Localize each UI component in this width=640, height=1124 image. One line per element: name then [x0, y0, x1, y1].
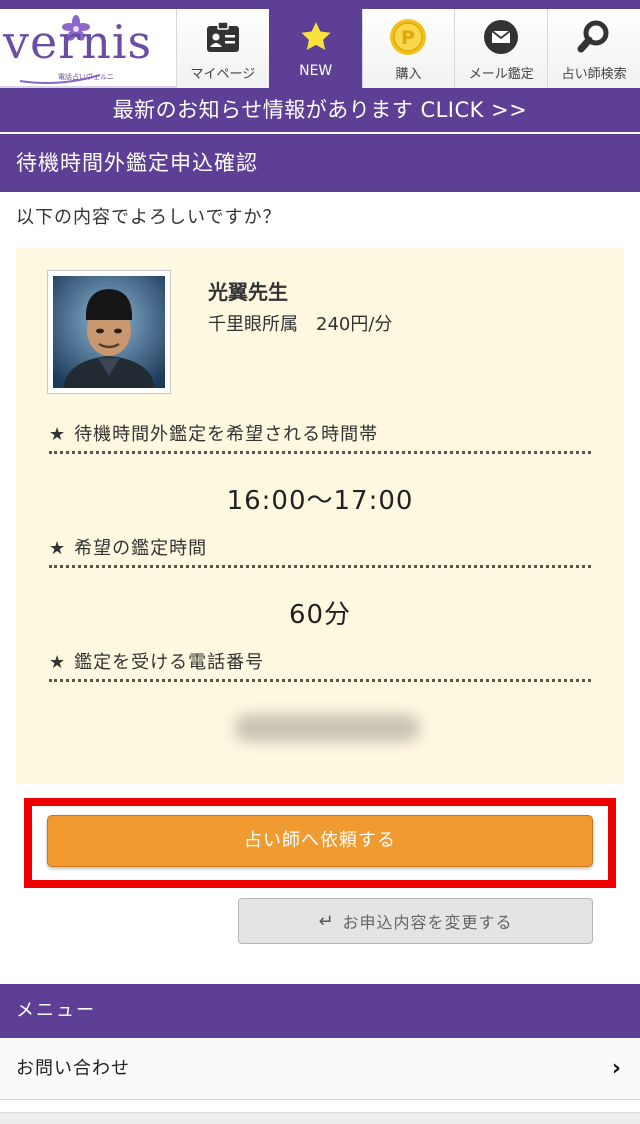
id-card-icon — [177, 17, 269, 57]
search-icon — [548, 17, 640, 57]
star-icon — [270, 17, 362, 57]
header: vernis 電話占いヴェルニ マイページ NEW P 購入 メール鑑定 占い師… — [0, 0, 640, 88]
tab-search[interactable]: 占い師検索 — [547, 9, 640, 88]
section-heading-text: 希望の鑑定時間 — [74, 538, 208, 559]
star-icon: ★ — [49, 538, 67, 559]
fortune-teller-name: 光翼先生 — [208, 280, 288, 304]
tab-new-label: NEW — [299, 63, 333, 79]
tab-purchase[interactable]: P 購入 — [361, 9, 455, 88]
logo-wordmark: vernis — [3, 15, 153, 69]
fortune-teller-photo — [47, 270, 171, 394]
section-heading-time-slot: ★ 待機時間外鑑定を希望される時間帯 — [49, 420, 591, 454]
menu-item-contact[interactable]: お問い合わせ › — [0, 1038, 640, 1100]
news-banner[interactable]: 最新のお知らせ情報があります CLICK >> — [0, 88, 640, 132]
section-heading-phone: ★ 鑑定を受ける電話番号 — [49, 648, 591, 682]
page-title: 待機時間外鑑定申込確認 — [0, 134, 640, 192]
change-application-label: お申込内容を変更する — [342, 913, 513, 932]
fortune-teller-affiliation: 千里眼所属 240円/分 — [208, 314, 393, 335]
return-arrow-icon: ↵ — [318, 910, 335, 932]
menu-heading: メニュー — [0, 984, 640, 1038]
section-heading-text: 鑑定を受ける電話番号 — [74, 652, 265, 673]
vernis-logo[interactable]: vernis 電話占いヴェルニ — [0, 9, 176, 88]
duration-value: 60分 — [288, 600, 352, 630]
logo-tagline: 電話占いヴェルニ — [58, 73, 114, 81]
section-heading-duration: ★ 希望の鑑定時間 — [49, 534, 591, 568]
menu-item-label: お問い合わせ — [16, 1058, 130, 1079]
tab-purchase-label: 購入 — [395, 67, 422, 82]
star-icon: ★ — [49, 424, 67, 445]
phone-number-redacted — [234, 714, 420, 742]
confirmation-card: 光翼先生 千里眼所属 240円/分 ★ 待機時間外鑑定を希望される時間帯 16:0… — [16, 248, 624, 784]
section-heading-text: 待機時間外鑑定を希望される時間帯 — [74, 424, 379, 445]
change-application-button[interactable]: ↵ お申込内容を変更する — [238, 898, 593, 944]
nav-tabs: マイページ NEW P 購入 メール鑑定 占い師検索 — [176, 9, 640, 88]
tab-mail-label: メール鑑定 — [468, 67, 534, 82]
chevron-right-icon: › — [611, 1056, 622, 1081]
point-coin-icon: P — [363, 17, 455, 57]
star-icon: ★ — [49, 652, 67, 673]
tab-mypage[interactable]: マイページ — [176, 9, 269, 88]
tab-new[interactable]: NEW — [268, 9, 362, 88]
footer-strip — [0, 1112, 640, 1124]
time-slot-value: 16:00〜17:00 — [226, 486, 414, 516]
tab-mail[interactable]: メール鑑定 — [454, 9, 548, 88]
tab-search-label: 占い師検索 — [561, 67, 627, 82]
request-fortune-teller-button[interactable]: 占い師へ依頼する — [47, 815, 593, 867]
confirm-question: 以下の内容でよろしいですか？ — [16, 207, 282, 228]
tab-mypage-label: マイページ — [190, 67, 256, 82]
mail-icon — [455, 17, 547, 57]
svg-text:P: P — [402, 27, 416, 49]
